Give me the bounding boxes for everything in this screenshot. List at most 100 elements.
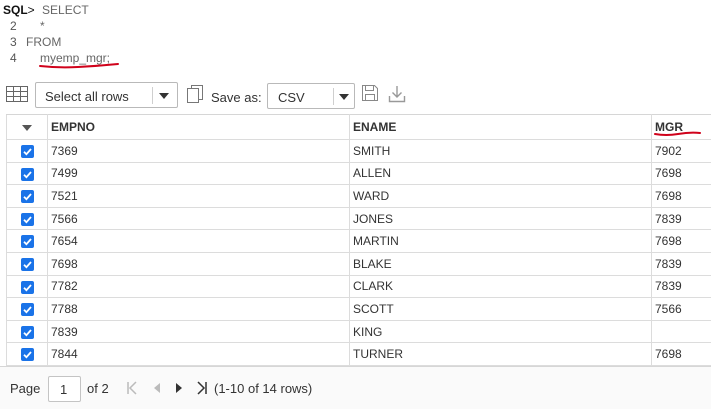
checkbox-checked-icon[interactable] [20,303,34,317]
table-row[interactable]: 7566 JONES 7839 [6,206,711,231]
sql-prompt: SQL [3,3,28,17]
table-row[interactable]: 7369 SMITH 7902 [6,139,711,163]
results-table: EMPNO ENAME MGR 7369 SMITH 7902 7499 ALLEN 76… [6,114,711,366]
cell-empno[interactable]: 7369 [47,139,350,163]
cell-ename[interactable]: WARD [349,184,652,208]
chevron-down-icon[interactable] [22,124,32,131]
table-row[interactable]: 7782 CLARK 7839 [6,274,711,299]
save-icon[interactable] [361,84,379,102]
cell-ename[interactable]: KING [349,319,652,344]
cell-mgr[interactable]: 7698 [651,184,711,208]
row-checkbox-cell[interactable] [6,342,48,366]
row-checkbox-cell[interactable] [6,274,48,299]
checkbox-checked-icon[interactable] [20,144,34,158]
checkbox-checked-icon[interactable] [20,235,34,249]
page-count: of 2 [87,381,109,396]
cell-mgr[interactable]: 7698 [651,229,711,253]
cell-empno[interactable]: 7499 [47,161,350,186]
table-body: 7369 SMITH 7902 7499 ALLEN 7698 7521 WARD 7698 75… [6,139,711,366]
format-value: CSV [278,90,305,105]
cell-ename[interactable]: TURNER [349,342,652,366]
cell-mgr[interactable]: 7839 [651,206,711,231]
row-checkbox-cell[interactable] [6,229,48,253]
line-number: 3 [10,35,17,49]
checkbox-checked-icon[interactable] [20,325,34,339]
select-rows-dropdown[interactable]: Select all rows [35,82,178,108]
cell-ename[interactable]: MARTIN [349,229,652,253]
cell-mgr[interactable]: 7698 [651,161,711,186]
table-row[interactable]: 7654 MARTIN 7698 [6,229,711,253]
select-all-header[interactable] [6,114,48,140]
cell-mgr[interactable]: 7698 [651,342,711,366]
results-toolbar: Select all rows Save as: CSV [0,80,711,112]
line-number: 4 [10,51,17,65]
cell-ename[interactable]: JONES [349,206,652,231]
sql-editor[interactable]: SQL> SELECT 2 * 3 FROM 4 myemp_mgr; [0,0,711,72]
row-checkbox-cell[interactable] [6,319,48,344]
last-page-icon[interactable] [195,380,209,396]
table-row[interactable]: 7788 SCOTT 7566 [6,297,711,321]
cell-ename[interactable]: SCOTT [349,297,652,321]
checkbox-checked-icon[interactable] [20,280,34,294]
dropdown-divider [333,88,334,105]
cell-empno[interactable]: 7521 [47,184,350,208]
cell-empno[interactable]: 7654 [47,229,350,253]
code-line-text: SELECT [42,3,89,17]
cell-empno[interactable]: 7698 [47,251,350,276]
cell-ename[interactable]: CLARK [349,274,652,299]
cell-mgr[interactable]: 7839 [651,251,711,276]
code-line-text: * [40,19,45,33]
cell-mgr[interactable]: 7902 [651,139,711,163]
grid-view-icon[interactable] [6,86,28,102]
table-row[interactable]: 7844 TURNER 7698 [6,342,711,366]
row-checkbox-cell[interactable] [6,297,48,321]
row-checkbox-cell[interactable] [6,206,48,231]
cell-ename[interactable]: ALLEN [349,161,652,186]
save-as-label: Save as: [211,90,262,105]
line-number: 2 [10,19,17,33]
checkbox-checked-icon[interactable] [20,212,34,226]
previous-page-icon[interactable] [150,380,164,396]
page-label: Page [10,381,41,396]
row-checkbox-cell[interactable] [6,139,48,163]
table-row[interactable]: 7839 KING [6,319,711,344]
cell-mgr[interactable]: 7566 [651,297,711,321]
select-rows-value: Select all rows [45,89,129,104]
column-header-ename[interactable]: ENAME [349,114,652,140]
checkbox-checked-icon[interactable] [20,257,34,271]
copy-icon[interactable] [186,84,204,104]
cell-ename[interactable]: SMITH [349,139,652,163]
code-line-1: SQL> SELECT [0,2,89,18]
cell-mgr[interactable] [651,319,711,344]
first-page-icon[interactable] [125,380,139,396]
cell-mgr[interactable]: 7839 [651,274,711,299]
cell-ename[interactable]: BLAKE [349,251,652,276]
next-page-icon[interactable] [172,380,186,396]
table-header-row: EMPNO ENAME MGR [6,114,711,140]
row-checkbox-cell[interactable] [6,184,48,208]
pagination-bar: Page of 2 (1-10 of 14 rows) [0,366,711,409]
row-checkbox-cell[interactable] [6,251,48,276]
cell-empno[interactable]: 7788 [47,297,350,321]
download-icon[interactable] [387,84,407,104]
code-line-3: 3 FROM [0,34,61,50]
cell-empno[interactable]: 7566 [47,206,350,231]
checkbox-checked-icon[interactable] [20,167,34,181]
checkbox-checked-icon[interactable] [20,348,34,362]
cell-empno[interactable]: 7839 [47,319,350,344]
row-checkbox-cell[interactable] [6,161,48,186]
table-row[interactable]: 7698 BLAKE 7839 [6,251,711,276]
red-underline-annotation [654,131,701,136]
column-header-mgr[interactable]: MGR [651,114,711,140]
format-dropdown[interactable]: CSV [267,83,355,109]
cell-empno[interactable]: 7844 [47,342,350,366]
chevron-down-icon [339,94,349,100]
cell-empno[interactable]: 7782 [47,274,350,299]
column-header-empno[interactable]: EMPNO [47,114,350,140]
table-row[interactable]: 7499 ALLEN 7698 [6,161,711,186]
code-line-2: 2 * [0,18,45,34]
checkbox-checked-icon[interactable] [20,190,34,204]
dropdown-divider [152,87,153,104]
table-row[interactable]: 7521 WARD 7698 [6,184,711,208]
page-number-input[interactable] [48,376,81,402]
